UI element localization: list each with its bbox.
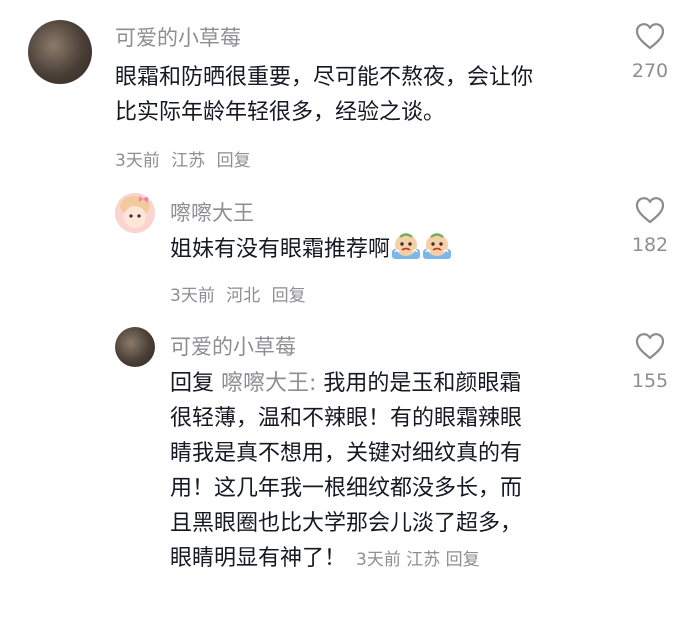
comment-location: 江苏 <box>171 151 206 171</box>
comment-text-line: 比实际年龄年轻很多，经验之谈。 <box>115 100 446 125</box>
cartoon-girl-avatar-icon <box>115 193 155 233</box>
comment-meta: 3天前 江苏 回复 <box>356 550 480 570</box>
comment-location: 河北 <box>226 286 261 306</box>
comment-text[interactable]: 姐妹有没有眼霜推荐啊 <box>170 232 570 267</box>
comment-text-segment: 眼睛明显有神了！ <box>170 546 347 571</box>
comment-time: 3天前 <box>115 151 160 171</box>
comment-time: 3天前 <box>356 550 401 570</box>
reply-comment-1: 嚓嚓大王 姐妹有没有眼霜推荐啊 3天前 河北 回复 182 <box>0 175 690 315</box>
like-count: 270 <box>631 60 669 82</box>
comment-author[interactable]: 可爱的小草莓 <box>115 22 241 52</box>
heart-icon <box>635 23 665 50</box>
like-button[interactable]: 182 <box>620 196 680 256</box>
comment-text[interactable]: 回复 嚓嚓大王: 我用的是玉和颜眼霜 很轻薄，温和不辣眼！有的眼霜辣眼 睛我是真… <box>170 366 600 578</box>
avatar[interactable] <box>28 20 92 84</box>
comment-text-line: 很轻薄，温和不辣眼！有的眼霜辣眼 <box>170 406 523 431</box>
comment-text-line: 眼霜和防晒很重要，尽可能不熬夜，会让你 <box>115 65 534 90</box>
crying-face-emoji-icon <box>423 233 452 259</box>
crying-face-emoji-icon <box>392 233 421 259</box>
comment-text-line: 用！这几年我一根细纹都没多长，而 <box>170 476 523 501</box>
heart-icon <box>635 333 665 360</box>
comment-location: 江苏 <box>406 550 441 570</box>
comment-text-line: 姐妹有没有眼霜推荐啊 <box>170 237 391 262</box>
comment-author[interactable]: 嚓嚓大王 <box>170 197 254 227</box>
comment-meta: 3天前 江苏 回复 <box>115 146 257 171</box>
reply-prefix: 回复 <box>170 371 215 396</box>
avatar[interactable] <box>115 327 155 367</box>
like-count: 155 <box>631 370 669 392</box>
reply-comment-2: 可爱的小草莓 回复 嚓嚓大王: 我用的是玉和颜眼霜 很轻薄，温和不辣眼！有的眼霜… <box>0 315 690 627</box>
avatar[interactable] <box>115 193 155 233</box>
comment-text-line: 眼睛明显有神了！ 3天前 江苏 回复 <box>170 541 600 578</box>
reply-button[interactable]: 回复 <box>272 286 306 306</box>
comment-text-line: 睛我是真不想用，关键对细纹真的有 <box>170 441 523 466</box>
comment-time: 3天前 <box>170 286 215 306</box>
like-count: 182 <box>631 234 669 256</box>
reply-target-user[interactable]: 嚓嚓大王: <box>221 371 316 396</box>
comment-text-segment: 我用的是玉和颜眼霜 <box>316 371 522 396</box>
heart-icon <box>635 197 665 224</box>
comment-text[interactable]: 眼霜和防晒很重要，尽可能不熬夜，会让你 比实际年龄年轻很多，经验之谈。 <box>115 60 595 130</box>
comment-text-line: 回复 嚓嚓大王: 我用的是玉和颜眼霜 <box>170 366 600 401</box>
like-button[interactable]: 270 <box>620 22 680 82</box>
like-button[interactable]: 155 <box>620 332 680 392</box>
reply-button[interactable]: 回复 <box>217 151 251 171</box>
comment-meta: 3天前 河北 回复 <box>170 281 312 306</box>
reply-button[interactable]: 回复 <box>446 550 480 570</box>
comment-text-line: 且黑眼圈也比大学那会儿淡了超多， <box>170 511 523 536</box>
comment-author[interactable]: 可爱的小草莓 <box>170 331 296 361</box>
comment-1: 可爱的小草莓 眼霜和防晒很重要，尽可能不熬夜，会让你 比实际年龄年轻很多，经验之… <box>0 0 690 175</box>
